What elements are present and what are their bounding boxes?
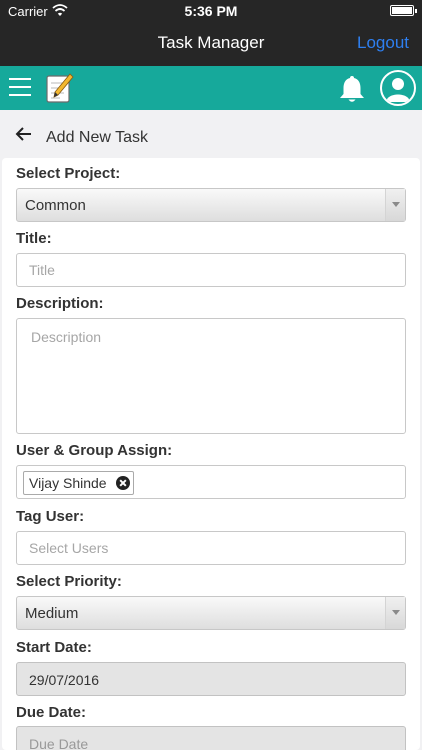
title-input[interactable] (16, 253, 406, 287)
tag-user-label: Tag User: (16, 508, 85, 525)
priority-label: Select Priority: (16, 573, 122, 590)
notepad-pencil-icon[interactable] (46, 73, 74, 103)
arrow-left-icon[interactable] (14, 125, 32, 148)
project-selected-value: Common (25, 197, 86, 214)
logout-button[interactable]: Logout (357, 33, 409, 53)
assigned-user-name: Vijay Shinde (29, 475, 107, 491)
tag-user-input[interactable] (16, 531, 406, 565)
assign-input[interactable]: Vijay Shinde (16, 465, 406, 499)
description-label: Description: (16, 295, 104, 312)
priority-selected-value: Medium (25, 605, 79, 622)
battery-icon (390, 5, 417, 16)
project-label: Select Project: (16, 165, 121, 182)
user-avatar-icon[interactable] (380, 70, 416, 106)
navigation-bar: Task Manager Logout (0, 22, 422, 66)
status-time: 5:36 PM (184, 3, 238, 19)
page-title: Add New Task (46, 129, 148, 146)
assigned-user-tag: Vijay Shinde (23, 471, 134, 495)
project-select[interactable]: Common (16, 188, 406, 222)
page-header: Add New Task (0, 110, 422, 158)
bell-icon[interactable] (338, 74, 366, 109)
hamburger-menu-icon[interactable] (9, 78, 31, 96)
description-textarea[interactable] (16, 318, 406, 434)
chevron-down-icon (385, 597, 405, 629)
title-label: Title: (16, 230, 52, 247)
status-bar: Carrier 5:36 PM (0, 0, 422, 22)
chevron-down-icon (385, 189, 405, 221)
due-date-placeholder: Due Date (29, 736, 89, 750)
priority-select[interactable]: Medium (16, 596, 406, 630)
start-date-label: Start Date: (16, 639, 92, 656)
due-date-field[interactable]: Due Date (16, 726, 406, 750)
due-date-label: Due Date: (16, 704, 87, 721)
toolbar (0, 66, 422, 110)
remove-tag-icon[interactable] (115, 476, 130, 490)
assign-label: User & Group Assign: (16, 442, 173, 459)
start-date-value: 29/07/2016 (29, 672, 100, 688)
start-date-field[interactable]: 29/07/2016 (16, 662, 406, 696)
